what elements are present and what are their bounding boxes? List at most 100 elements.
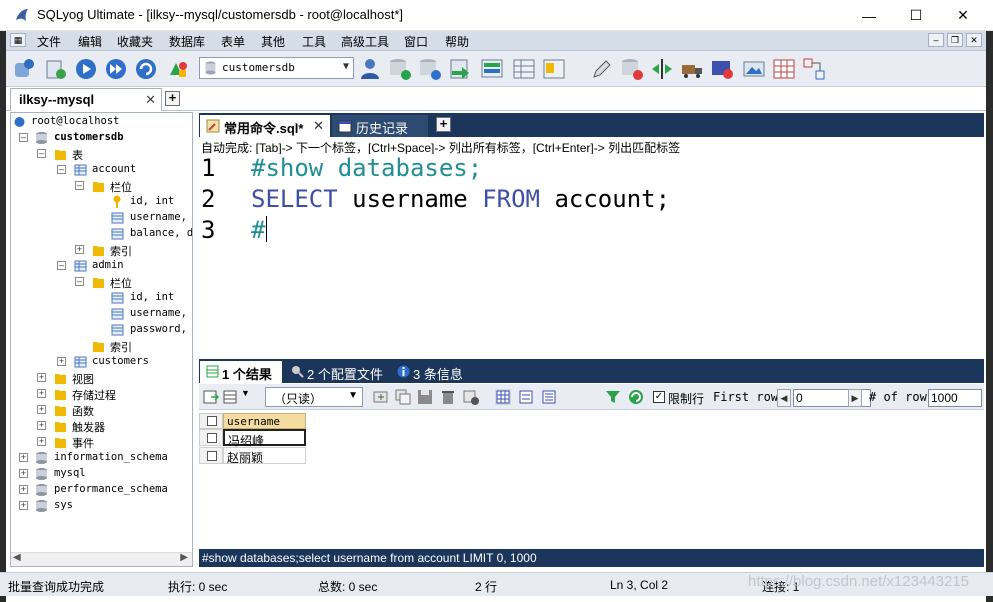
pen-icon[interactable] [590,57,614,81]
sql-editor[interactable]: 1 2 3 #show databases; SELECT username F… [199,154,984,351]
collapse-icon[interactable]: – [57,261,66,270]
new-query-icon[interactable] [44,57,68,81]
cancel-changes-icon[interactable] [463,389,479,405]
first-row-prev-button[interactable]: ◀ [777,389,791,407]
mdi-restore-icon[interactable]: ❐ [947,33,963,47]
rows-count-input[interactable]: 1000 [928,389,982,407]
limit-rows-checkbox[interactable]: ✓ [653,391,665,403]
minimize-button[interactable]: — [846,0,892,31]
grid-view-icon[interactable] [495,389,511,405]
menu-table[interactable]: 表单 [221,33,245,50]
scroll-right-icon[interactable]: ▶ [180,552,188,563]
menu-window[interactable]: 窗口 [404,33,428,50]
scheduler-icon[interactable] [710,57,734,81]
chevron-down-icon: ▼ [348,390,358,401]
code-line-2: SELECT username FROM account; [251,185,670,213]
expand-icon[interactable]: + [37,437,46,446]
restore-db-icon[interactable] [418,57,442,81]
menu-tools[interactable]: 工具 [302,33,326,50]
menu-favorites[interactable]: 收藏夹 [117,33,153,50]
new-query-tab-button[interactable]: + [436,117,451,132]
tree-label: 存储过程 [72,390,116,402]
import-icon[interactable] [448,57,472,81]
result-tab-profiler[interactable]: 2 个配置文件 [285,361,383,383]
close-icon[interactable]: ✕ [145,92,156,108]
result-mode-select[interactable]: （只读） ▼ [265,387,363,407]
table-grid-icon[interactable] [772,57,796,81]
schema-designer-icon[interactable] [512,57,536,81]
select-all-cell[interactable] [199,413,223,429]
row-checkbox[interactable] [207,433,217,443]
row-header[interactable] [199,429,223,446]
first-row-next-button[interactable]: ▶ [848,389,862,407]
grid-options-icon[interactable] [223,389,239,405]
table-cell[interactable]: 冯绍峰 [223,429,306,448]
menu-edit[interactable]: 编辑 [78,33,102,50]
menu-other[interactable]: 其他 [261,33,285,50]
expand-icon[interactable]: + [19,485,28,494]
query-tab-history[interactable]: 历史记录 [332,115,428,137]
expand-icon[interactable]: + [75,245,84,254]
close-window-button[interactable]: ✕ [940,0,986,31]
connection-tab[interactable]: ilksy--mysql ✕ [10,88,162,111]
result-tab-messages[interactable]: 3 条信息 [391,361,463,383]
expand-icon[interactable]: + [37,421,46,430]
new-connection-icon[interactable] [12,57,36,81]
sync-icon[interactable] [480,57,504,81]
expand-icon[interactable]: + [57,357,66,366]
scroll-left-icon[interactable]: ◀ [13,552,21,563]
menu-database[interactable]: 数据库 [169,33,205,50]
form-view-icon[interactable] [518,389,534,405]
tree-horizontal-scrollbar[interactable]: ◀ ▶ [11,552,192,566]
database-select[interactable]: customersdb ▼ [199,57,354,79]
filter-icon[interactable] [605,389,621,405]
mdi-close-icon[interactable]: ✕ [966,33,982,47]
expand-icon[interactable]: + [37,373,46,382]
image-icon[interactable] [742,57,766,81]
backup-db-icon[interactable] [388,57,412,81]
refresh-results-icon[interactable] [628,389,644,405]
query-builder-icon[interactable] [542,57,566,81]
collapse-icon[interactable]: – [57,165,66,174]
text-view-icon[interactable] [541,389,557,405]
collapse-icon[interactable]: – [19,133,28,142]
shapes-icon[interactable] [166,57,190,81]
expand-icon[interactable]: + [37,405,46,414]
close-icon[interactable]: ✕ [313,118,324,134]
query-tab-sql[interactable]: 常用命令.sql* ✕ [200,115,330,137]
menu-file[interactable]: 文件 [37,33,61,50]
schema-icon[interactable] [802,57,826,81]
result-tab-results[interactable]: 1 个结果 [200,361,282,383]
row-checkbox[interactable] [207,451,217,461]
user-manager-icon[interactable] [358,57,382,81]
db-add-icon[interactable] [620,57,644,81]
duplicate-row-icon[interactable] [395,389,411,405]
truck-icon[interactable] [680,57,704,81]
tree-label: 索引 [110,246,132,258]
collapse-icon[interactable]: – [37,149,46,158]
expand-icon[interactable]: + [37,389,46,398]
expand-icon[interactable]: + [19,501,28,510]
maximize-button[interactable]: ☐ [893,0,939,31]
delete-icon[interactable] [440,389,456,405]
insert-row-icon[interactable] [373,389,389,405]
execute-query-icon[interactable] [74,57,98,81]
compare-icon[interactable] [650,57,674,81]
refresh-icon[interactable] [134,57,158,81]
collapse-icon[interactable]: – [75,277,84,286]
collapse-icon[interactable]: – [75,181,84,190]
new-connection-tab-button[interactable]: + [165,91,180,106]
menu-help[interactable]: 帮助 [445,33,469,50]
menu-advanced-tools[interactable]: 高级工具 [341,33,389,50]
save-icon[interactable] [417,389,433,405]
row-header[interactable] [199,447,223,464]
export-icon[interactable] [203,389,219,405]
expand-icon[interactable]: + [19,453,28,462]
chevron-down-icon[interactable]: ▼ [241,388,250,398]
mdi-minimize-icon[interactable]: – [928,33,944,47]
execute-all-icon[interactable] [104,57,128,81]
table-cell[interactable]: 赵丽颖 [223,447,306,465]
select-all-checkbox[interactable] [207,416,217,426]
expand-icon[interactable]: + [19,469,28,478]
column-header-username[interactable]: username [223,413,306,429]
